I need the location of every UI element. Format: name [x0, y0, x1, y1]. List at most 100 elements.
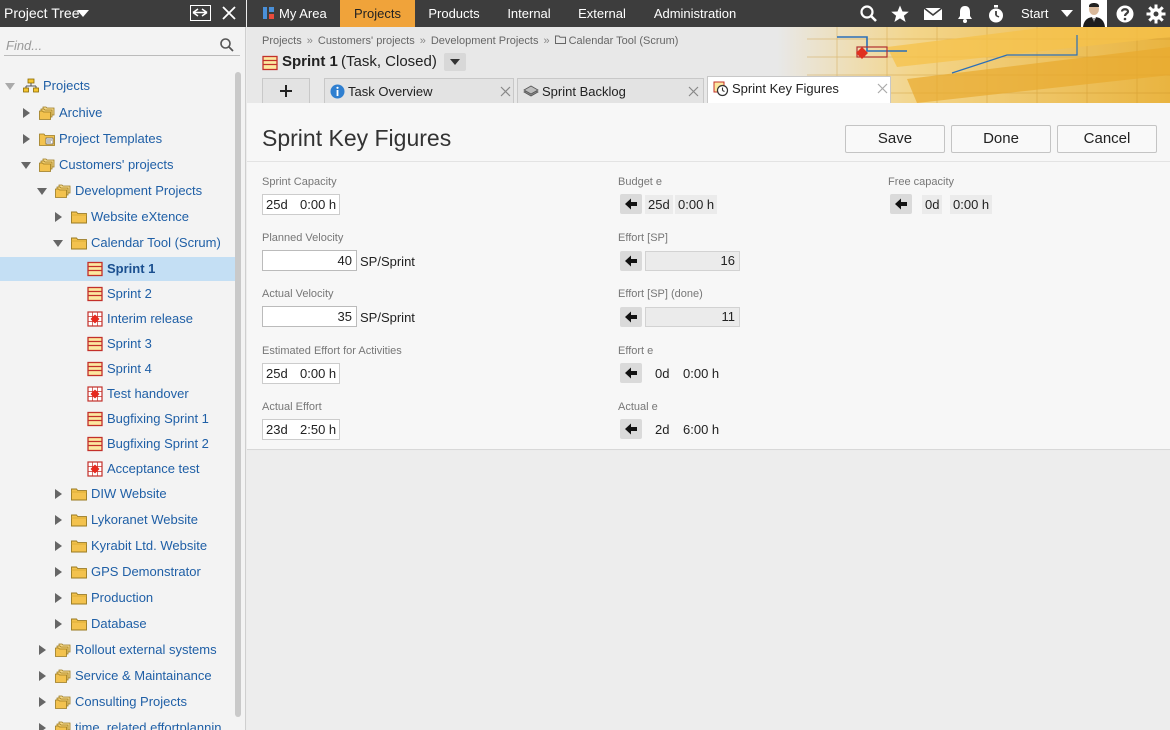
- tree-item-label: Project Templates: [59, 131, 163, 146]
- tree-item[interactable]: Test handover: [0, 382, 236, 406]
- arrow-left-icon: [625, 367, 637, 379]
- tree-item[interactable]: Sprint 1: [0, 257, 236, 281]
- effort-sp-value: 16: [645, 251, 740, 271]
- actual-velocity-input[interactable]: 35: [262, 306, 357, 327]
- tab-task-overview-label: Task Overview: [348, 84, 433, 99]
- tree-item[interactable]: Customers' projects: [0, 153, 236, 177]
- planned-velocity-input[interactable]: 40: [262, 250, 357, 271]
- expand-arrow-icon[interactable]: [37, 188, 47, 195]
- nav-external[interactable]: External: [565, 0, 639, 27]
- tree-item[interactable]: GPS Demonstrator: [0, 560, 236, 584]
- collapse-arrow-icon[interactable]: [39, 671, 46, 681]
- expand-arrow-icon[interactable]: [53, 240, 63, 247]
- breadcrumb-projects[interactable]: Projects: [262, 35, 302, 47]
- tree-item[interactable]: Website eXtence: [0, 205, 236, 229]
- copy-effort-sp-done-button[interactable]: [620, 307, 642, 327]
- bell-icon[interactable]: [955, 4, 975, 24]
- collapse-arrow-icon[interactable]: [39, 723, 46, 730]
- tree-item[interactable]: Projects: [0, 74, 236, 98]
- copy-budget-button[interactable]: [620, 194, 642, 214]
- chevron-down-icon[interactable]: [1061, 10, 1073, 17]
- breadcrumb-customers-projects[interactable]: Customers' projects: [318, 35, 415, 47]
- sprint-capacity-input[interactable]: 25d 0:00 h: [262, 194, 340, 215]
- collapse-arrow-icon[interactable]: [23, 134, 30, 144]
- expand-arrow-icon[interactable]: [21, 162, 31, 169]
- breadcrumb-calendar-tool[interactable]: Calendar Tool (Scrum): [569, 35, 679, 47]
- tree-item[interactable]: Service & Maintainance: [0, 664, 236, 688]
- mail-icon[interactable]: [923, 4, 943, 24]
- collapse-arrow-icon[interactable]: [55, 567, 62, 577]
- arrow-left-icon: [625, 198, 637, 210]
- collapse-arrow-icon[interactable]: [39, 645, 46, 655]
- task-menu-dropdown[interactable]: [444, 53, 466, 71]
- actual-e-label: Actual e: [618, 401, 658, 413]
- copy-free-capacity-button[interactable]: [890, 194, 912, 214]
- add-tab-button[interactable]: [262, 78, 310, 103]
- folder-icon: [71, 590, 87, 606]
- estimated-effort-input[interactable]: 25d 0:00 h: [262, 363, 340, 384]
- project-tree-title[interactable]: Project Tree: [4, 5, 79, 21]
- star-icon[interactable]: [890, 4, 910, 24]
- tab-sprint-key-figures[interactable]: Sprint Key Figures: [707, 76, 891, 103]
- tab-sprint-backlog[interactable]: Sprint Backlog: [517, 78, 704, 103]
- tree-item[interactable]: Rollout external systems: [0, 638, 236, 662]
- tree-item[interactable]: Lykoranet Website: [0, 508, 236, 532]
- tree-item[interactable]: Sprint 4: [0, 357, 236, 381]
- stopwatch-icon[interactable]: [986, 4, 1006, 24]
- avatar[interactable]: [1081, 0, 1107, 27]
- tree-item[interactable]: Production: [0, 586, 236, 610]
- tree-item[interactable]: Project Templates: [0, 127, 236, 151]
- tree-item[interactable]: Database: [0, 612, 236, 636]
- copy-actual-e-button[interactable]: [620, 419, 642, 439]
- collapse-arrow-icon[interactable]: [55, 489, 62, 499]
- search-icon[interactable]: [219, 37, 235, 53]
- tree-item[interactable]: Sprint 2: [0, 282, 236, 306]
- expand-arrow-icon[interactable]: [5, 83, 15, 90]
- gear-icon[interactable]: [1146, 4, 1166, 24]
- tree-item[interactable]: Interim release: [0, 307, 236, 331]
- close-icon[interactable]: [500, 85, 511, 97]
- help-icon[interactable]: [1115, 4, 1135, 24]
- collapse-arrow-icon[interactable]: [55, 619, 62, 629]
- actual-effort-input[interactable]: 23d 2:50 h: [262, 419, 340, 440]
- close-icon[interactable]: [688, 85, 699, 97]
- tree-item[interactable]: Archive: [0, 101, 236, 125]
- collapse-arrow-icon[interactable]: [39, 697, 46, 707]
- tree-item[interactable]: Bugfixing Sprint 2: [0, 432, 236, 456]
- collapse-arrow-icon[interactable]: [23, 108, 30, 118]
- start-menu[interactable]: Start: [1021, 0, 1048, 27]
- nav-products[interactable]: Products: [415, 0, 493, 27]
- nav-projects[interactable]: Projects: [340, 0, 415, 27]
- search-icon[interactable]: [859, 4, 879, 24]
- nav-internal[interactable]: Internal: [493, 0, 565, 27]
- chevron-down-icon[interactable]: [77, 10, 89, 17]
- done-button[interactable]: Done: [951, 125, 1051, 153]
- breadcrumb-development-projects[interactable]: Development Projects: [431, 35, 539, 47]
- tree-item[interactable]: Sprint 3: [0, 332, 236, 356]
- tab-task-overview[interactable]: Task Overview: [324, 78, 514, 103]
- nav-my-area[interactable]: My Area: [261, 0, 341, 27]
- tree-search-input[interactable]: [4, 34, 214, 56]
- tree-item[interactable]: Bugfixing Sprint 1: [0, 407, 236, 431]
- collapse-arrow-icon[interactable]: [55, 593, 62, 603]
- collapse-arrow-icon[interactable]: [55, 515, 62, 525]
- close-icon[interactable]: [220, 4, 238, 22]
- close-icon[interactable]: [877, 82, 888, 94]
- nav-administration[interactable]: Administration: [639, 0, 751, 27]
- collapse-arrow-icon[interactable]: [55, 212, 62, 222]
- tree-item[interactable]: time_related effortplannin: [0, 716, 236, 730]
- tree-item[interactable]: DIW Website: [0, 482, 236, 506]
- save-button[interactable]: Save: [845, 125, 945, 153]
- tree-item[interactable]: Development Projects: [0, 179, 236, 203]
- tree-scrollbar[interactable]: [235, 72, 241, 717]
- tree-item[interactable]: Acceptance test: [0, 457, 236, 481]
- free-capacity-time: 0:00 h: [950, 195, 993, 214]
- expand-panel-icon[interactable]: [190, 5, 211, 21]
- cancel-button[interactable]: Cancel: [1057, 125, 1157, 153]
- copy-effort-sp-button[interactable]: [620, 251, 642, 271]
- collapse-arrow-icon[interactable]: [55, 541, 62, 551]
- copy-effort-e-button[interactable]: [620, 363, 642, 383]
- tree-item[interactable]: Calendar Tool (Scrum): [0, 231, 236, 255]
- tree-item[interactable]: Consulting Projects: [0, 690, 236, 714]
- tree-item[interactable]: Kyrabit Ltd. Website: [0, 534, 236, 558]
